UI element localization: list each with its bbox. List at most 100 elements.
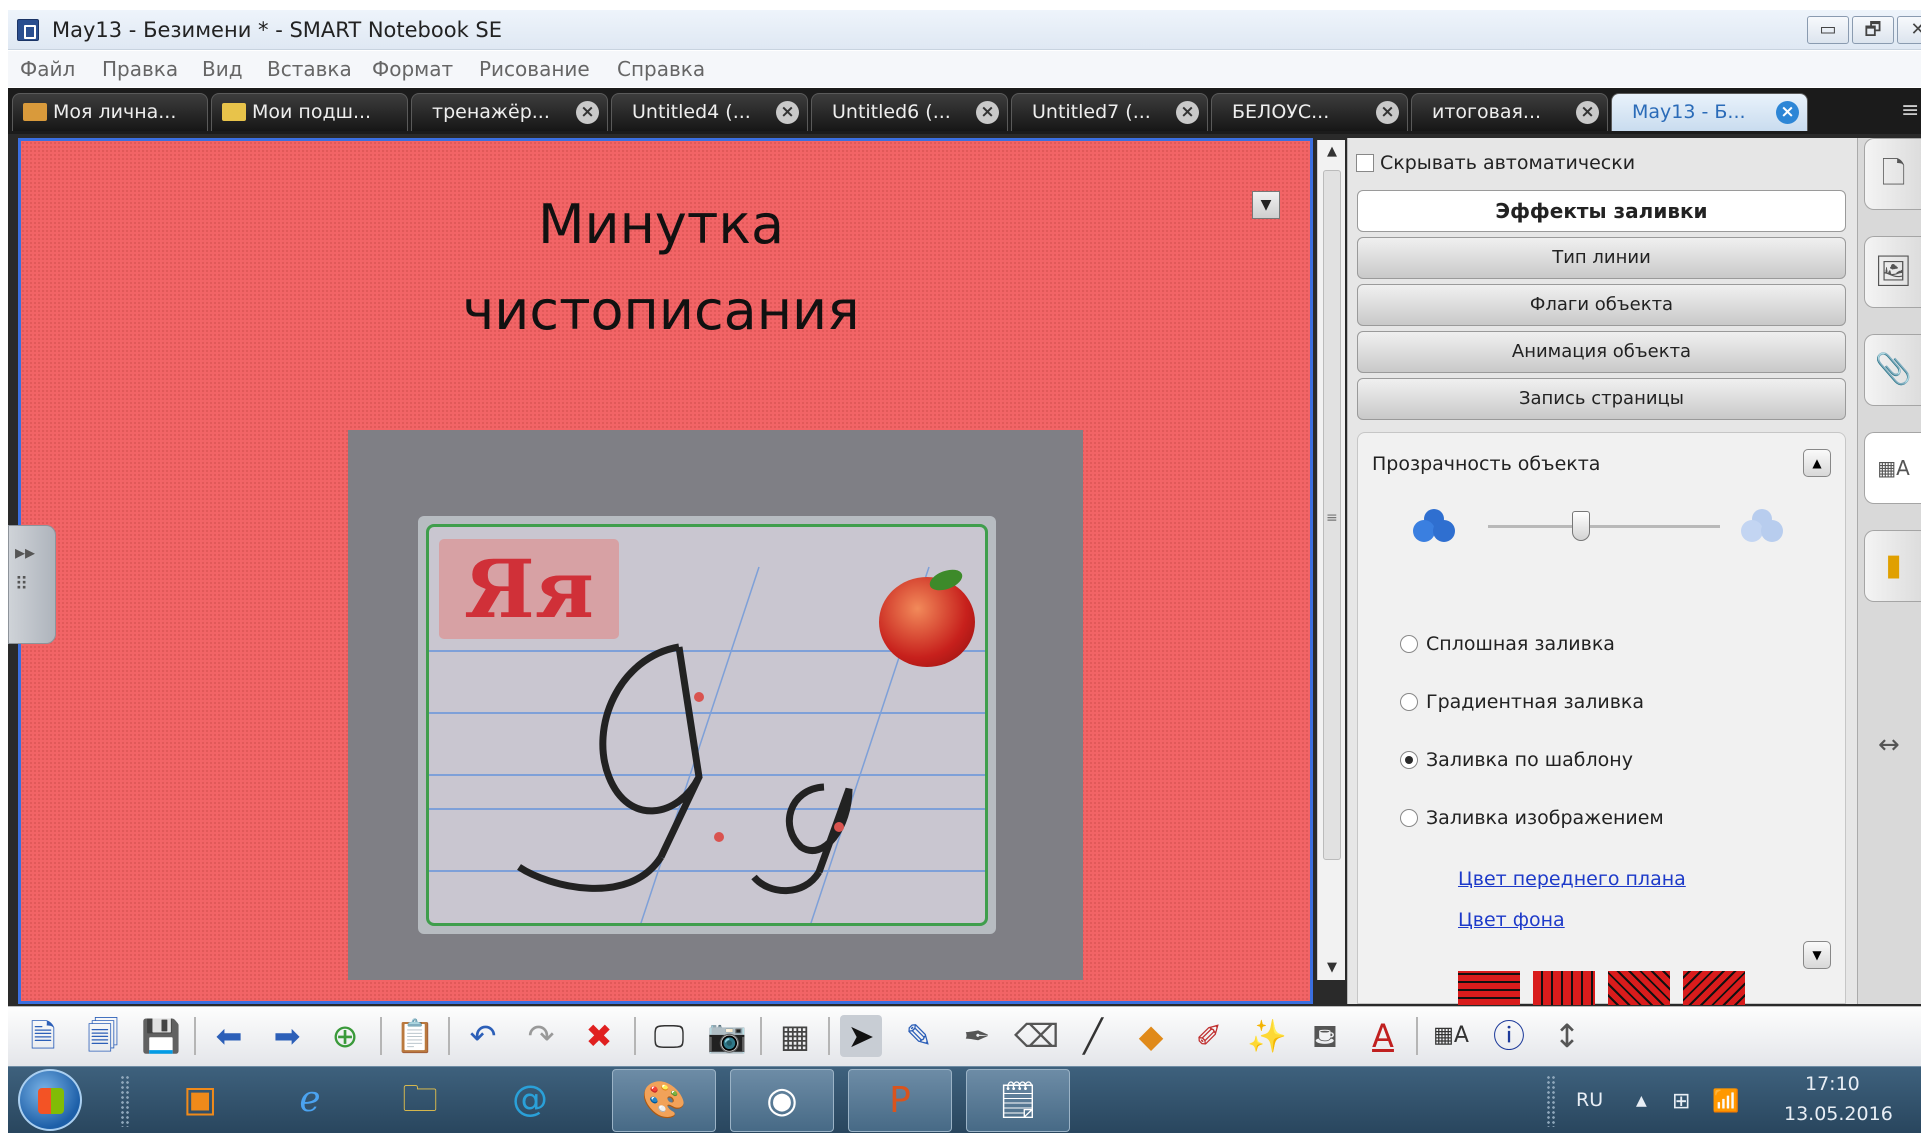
- scroll-up-arrow[interactable]: ▲: [1318, 140, 1346, 164]
- image-fill-option[interactable]: Заливка изображением: [1400, 807, 1664, 829]
- info-icon[interactable]: ⓘ: [1488, 1015, 1530, 1057]
- page-title-line1[interactable]: Минутка: [321, 193, 1001, 256]
- letter-card-image[interactable]: Яя: [348, 430, 1083, 980]
- shapes-icon[interactable]: ◆: [1130, 1015, 1172, 1057]
- tab-belous[interactable]: БЕЛОУС... ×: [1211, 93, 1408, 131]
- menu-format[interactable]: Формат: [372, 57, 453, 81]
- paste-icon[interactable]: 📋: [394, 1015, 436, 1057]
- internet-explorer-icon[interactable]: ℯ: [258, 1069, 362, 1132]
- line-style-button[interactable]: Тип линии: [1357, 237, 1846, 279]
- action-center-icon[interactable]: ⊞: [1672, 1089, 1690, 1114]
- foreground-color-link[interactable]: Цвет переднего плана: [1458, 868, 1686, 890]
- fill-pen-icon[interactable]: ✐: [1188, 1015, 1230, 1057]
- expand-icon[interactable]: ▼: [1803, 941, 1831, 969]
- page-sorter-icon[interactable]: 🗋: [1864, 138, 1921, 210]
- close-icon[interactable]: ×: [976, 101, 999, 124]
- undo-icon[interactable]: ↶: [462, 1015, 504, 1057]
- camera-icon[interactable]: 📷: [706, 1015, 748, 1057]
- vertical-scrollbar[interactable]: ▲ ≡ ▼: [1317, 140, 1345, 980]
- notebook-page[interactable]: Минутка чистописания ▼ Яя: [18, 138, 1313, 1004]
- tab-untitled6[interactable]: Untitled6 (... ×: [811, 93, 1008, 131]
- mail-icon[interactable]: @: [478, 1069, 582, 1132]
- fill-effects-button[interactable]: Эффекты заливки: [1357, 190, 1846, 232]
- powerpoint-icon[interactable]: P: [848, 1069, 952, 1132]
- menu-view[interactable]: Вид: [202, 57, 243, 81]
- scroll-down-arrow[interactable]: ▼: [1318, 956, 1346, 980]
- menu-edit[interactable]: Правка: [102, 57, 178, 81]
- close-icon[interactable]: ×: [1776, 101, 1799, 124]
- delete-icon[interactable]: ✖: [578, 1015, 620, 1057]
- table-icon[interactable]: ▦: [774, 1015, 816, 1057]
- add-page-icon[interactable]: ⊕: [324, 1015, 366, 1057]
- gallery-icon[interactable]: 🖼: [1864, 236, 1921, 308]
- tab-final[interactable]: итоговая... ×: [1411, 93, 1608, 131]
- new-page-icon[interactable]: 🗎: [22, 1015, 64, 1057]
- restore-button[interactable]: 🗗: [1852, 16, 1894, 44]
- close-icon[interactable]: ×: [576, 101, 599, 124]
- transparency-slider-track[interactable]: [1488, 525, 1720, 528]
- object-menu-button[interactable]: ▼: [1252, 191, 1280, 219]
- tab-my-subscriptions[interactable]: Мои подш...: [211, 93, 408, 131]
- screen-icon[interactable]: 🖵: [648, 1015, 690, 1057]
- forward-icon[interactable]: ➡: [266, 1015, 308, 1057]
- pattern-fill-radio[interactable]: [1400, 751, 1418, 769]
- chrome-icon[interactable]: ◉: [730, 1069, 834, 1132]
- autohide-option[interactable]: Скрывать автоматически: [1356, 152, 1635, 174]
- pattern-diagonal-left[interactable]: [1683, 971, 1745, 1005]
- properties-icon[interactable]: ▦A: [1430, 1015, 1472, 1057]
- smart-notebook-taskbar-icon[interactable]: 🗒: [966, 1069, 1070, 1132]
- network-icon[interactable]: 📶: [1712, 1089, 1739, 1114]
- magic-pen-icon[interactable]: ✨: [1246, 1015, 1288, 1057]
- page-title-line2[interactable]: чистописания: [321, 279, 1001, 342]
- resize-arrows-icon[interactable]: ↔: [1878, 730, 1900, 760]
- tab-trainer[interactable]: тренажёр... ×: [411, 93, 608, 131]
- close-icon[interactable]: ×: [776, 101, 799, 124]
- collapse-icon[interactable]: ▲: [1803, 449, 1831, 477]
- gradient-fill-radio[interactable]: [1400, 693, 1418, 711]
- close-button[interactable]: ✕: [1897, 16, 1921, 44]
- tab-untitled4[interactable]: Untitled4 (... ×: [611, 93, 808, 131]
- gradient-fill-option[interactable]: Градиентная заливка: [1400, 691, 1644, 713]
- image-fill-radio[interactable]: [1400, 809, 1418, 827]
- start-button[interactable]: [18, 1069, 82, 1131]
- clock-time[interactable]: 17:10: [1805, 1073, 1860, 1095]
- background-color-link[interactable]: Цвет фона: [1458, 909, 1565, 931]
- tab-list-icon[interactable]: ≡: [1901, 98, 1919, 123]
- menu-file[interactable]: Файл: [20, 57, 75, 81]
- select-icon[interactable]: ➤: [840, 1015, 882, 1057]
- page-recording-button[interactable]: Запись страницы: [1357, 378, 1846, 420]
- pattern-vertical[interactable]: [1533, 971, 1595, 1005]
- redo-icon[interactable]: ↷: [520, 1015, 562, 1057]
- side-panel-toggle[interactable]: ▸▸ ⠿: [8, 525, 56, 644]
- pen-icon[interactable]: ✎: [898, 1015, 940, 1057]
- solid-fill-option[interactable]: Сплошная заливка: [1400, 633, 1615, 655]
- object-flags-button[interactable]: Флаги объекта: [1357, 284, 1846, 326]
- file-explorer-icon[interactable]: 🗀: [368, 1069, 472, 1132]
- language-indicator[interactable]: RU: [1576, 1089, 1603, 1111]
- text-icon[interactable]: A: [1362, 1015, 1404, 1057]
- line-icon[interactable]: ╱: [1072, 1015, 1114, 1057]
- media-player-icon[interactable]: ▣: [148, 1069, 252, 1132]
- pattern-horizontal[interactable]: [1458, 971, 1520, 1005]
- creative-pen-icon[interactable]: ✒: [956, 1015, 998, 1057]
- menu-help[interactable]: Справка: [617, 57, 705, 81]
- close-icon[interactable]: ×: [1376, 101, 1399, 124]
- back-icon[interactable]: ⬅: [208, 1015, 250, 1057]
- show-hidden-icons[interactable]: ▲: [1636, 1093, 1647, 1109]
- tab-untitled7[interactable]: Untitled7 (... ×: [1011, 93, 1208, 131]
- save-icon[interactable]: 💾: [140, 1015, 182, 1057]
- fill-icon[interactable]: ⛾: [1304, 1015, 1346, 1057]
- object-animation-button[interactable]: Анимация объекта: [1357, 331, 1846, 373]
- paint-icon[interactable]: 🎨: [612, 1069, 716, 1132]
- autohide-checkbox[interactable]: [1356, 154, 1374, 172]
- eraser-icon[interactable]: ⌫: [1014, 1015, 1059, 1057]
- transparency-slider-thumb[interactable]: [1571, 511, 1590, 541]
- clock-date[interactable]: 13.05.2016: [1784, 1103, 1893, 1125]
- pattern-fill-option[interactable]: Заливка по шаблону: [1400, 749, 1633, 771]
- close-icon[interactable]: ×: [1176, 101, 1199, 124]
- minimize-button[interactable]: ▭: [1807, 16, 1849, 44]
- tab-may13[interactable]: May13 - Б... ×: [1611, 93, 1808, 131]
- open-icon[interactable]: 🗐: [82, 1015, 124, 1057]
- menu-insert[interactable]: Вставка: [267, 57, 352, 81]
- properties-icon[interactable]: ▦A: [1864, 432, 1921, 504]
